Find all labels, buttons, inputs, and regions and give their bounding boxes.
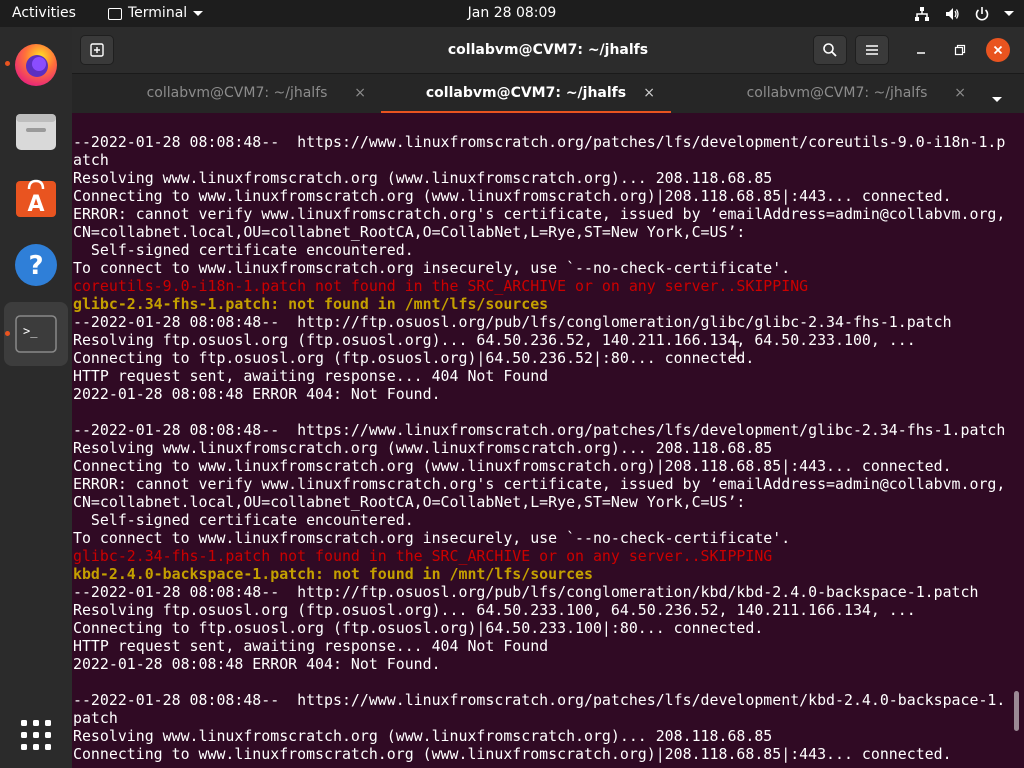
app-menu-label: Terminal <box>128 5 188 21</box>
system-tray[interactable] <box>914 0 1014 27</box>
scrollbar-thumb[interactable] <box>1014 691 1019 731</box>
terminal-line: 2022-01-28 08:08:48 ERROR 404: Not Found… <box>73 655 441 673</box>
chevron-down-icon <box>1004 11 1014 16</box>
volume-icon <box>946 7 959 20</box>
terminal-line: Self-signed certificate encountered. <box>73 241 414 259</box>
clock[interactable]: Jan 28 08:09 <box>468 5 557 21</box>
terminal-text: --2022-01-28 08:08:48-- https://www.linu… <box>73 133 1005 763</box>
header-bar[interactable]: collabvm@CVM7: ~/jhalfs <box>72 27 1024 73</box>
terminal-line: CN=collabnet.local,OU=collabnet_RootCA,O… <box>73 223 746 241</box>
firefox-icon <box>15 44 57 86</box>
network-icon <box>915 6 929 21</box>
terminal-line: Resolving ftp.osuosl.org (ftp.osuosl.org… <box>73 601 916 619</box>
dock-software[interactable]: A <box>4 166 68 230</box>
terminal-line: ERROR: cannot verify www.linuxfromscratc… <box>73 205 1006 223</box>
tab-close-icon[interactable]: × <box>643 74 655 113</box>
software-icon: A <box>16 179 56 217</box>
power-icon <box>975 6 989 21</box>
terminal-line: Resolving ftp.osuosl.org (ftp.osuosl.org… <box>73 331 916 349</box>
restore-icon <box>954 44 966 56</box>
terminal-line: Resolving www.linuxfromscratch.org (www.… <box>73 169 773 187</box>
tab-2-active[interactable]: collabvm@CVM7: ~/jhalfs × <box>381 74 671 114</box>
dock-terminal[interactable]: >_ <box>4 302 68 366</box>
close-button[interactable] <box>986 38 1010 62</box>
terminal-line: glibc-2.34-fhs-1.patch: not found in /mn… <box>73 295 549 313</box>
maximize-button[interactable] <box>943 35 977 65</box>
terminal-line: coreutils-9.0-i18n-1.patch not found in … <box>73 277 809 295</box>
terminal-line: To connect to www.linuxfromscratch.org i… <box>73 529 791 547</box>
terminal-line: --2022-01-28 08:08:48-- http://ftp.osuos… <box>73 313 952 331</box>
terminal-line: patch <box>73 709 118 727</box>
app-menu[interactable]: Terminal <box>108 0 204 27</box>
chevron-down-icon <box>193 11 204 16</box>
activities-button[interactable]: Activities <box>12 0 76 27</box>
terminal-line: Connecting to ftp.osuosl.org (ftp.osuosl… <box>73 619 764 637</box>
close-icon <box>993 45 1003 55</box>
hamburger-icon <box>866 45 878 55</box>
terminal-line: glibc-2.34-fhs-1.patch not found in the … <box>73 547 773 565</box>
terminal-line: To connect to www.linuxfromscratch.org i… <box>73 259 791 277</box>
show-apps-icon <box>21 720 51 750</box>
terminal-window: collabvm@CVM7: ~/jhalfs collabvm@CVM7: ~… <box>72 27 1024 768</box>
terminal-line: HTTP request sent, awaiting response... … <box>73 637 549 655</box>
tab-3[interactable]: collabvm@CVM7: ~/jhalfs × <box>692 74 982 113</box>
terminal-line: Connecting to www.linuxfromscratch.org (… <box>73 457 952 475</box>
terminal-line: --2022-01-28 08:08:48-- http://ftp.osuos… <box>73 583 979 601</box>
terminal-line: 2022-01-28 08:08:48 ERROR 404: Not Found… <box>73 385 441 403</box>
terminal-line: Resolving www.linuxfromscratch.org (www.… <box>73 727 773 745</box>
search-icon <box>823 43 837 57</box>
terminal-line: CN=collabnet.local,OU=collabnet_RootCA,O… <box>73 493 746 511</box>
terminal-line: --2022-01-28 08:08:48-- https://www.linu… <box>73 133 1006 151</box>
tab-1[interactable]: collabvm@CVM7: ~/jhalfs × <box>92 74 382 113</box>
minimize-icon <box>917 52 925 54</box>
tab-label: collabvm@CVM7: ~/jhalfs <box>146 85 328 101</box>
text-cursor-icon <box>731 341 739 359</box>
tab-list-button[interactable] <box>992 87 1002 106</box>
terminal-line: --2022-01-28 08:08:48-- https://www.linu… <box>73 421 1006 439</box>
running-indicator <box>5 331 10 336</box>
terminal-line: Connecting to www.linuxfromscratch.org (… <box>73 745 952 763</box>
dock-show-apps[interactable] <box>4 703 68 767</box>
tab-close-icon[interactable]: × <box>354 74 366 113</box>
files-icon <box>16 114 56 150</box>
dock-files[interactable] <box>4 99 68 163</box>
chevron-down-icon <box>992 97 1002 102</box>
dock-help[interactable]: ? <box>4 233 68 297</box>
tab-label: collabvm@CVM7: ~/jhalfs <box>425 85 627 101</box>
terminal-line: Connecting to ftp.osuosl.org (ftp.osuosl… <box>73 349 755 367</box>
help-icon: ? <box>15 244 57 286</box>
tab-close-icon[interactable]: × <box>954 74 966 113</box>
svg-text:>_: >_ <box>23 324 38 338</box>
terminal-app-icon <box>108 7 122 20</box>
svg-text:A: A <box>27 192 44 217</box>
svg-text:?: ? <box>28 251 43 281</box>
terminal-line: Resolving www.linuxfromscratch.org (www.… <box>73 439 773 457</box>
terminal-line: kbd-2.4.0-backspace-1.patch: not found i… <box>73 565 593 583</box>
tab-label: collabvm@CVM7: ~/jhalfs <box>746 85 928 101</box>
running-indicator <box>5 61 10 66</box>
terminal-line: Connecting to www.linuxfromscratch.org (… <box>73 187 952 205</box>
terminal-line: --2022-01-28 08:08:48-- https://www.linu… <box>73 691 1006 709</box>
terminal-icon: >_ <box>15 315 57 353</box>
terminal-line: Self-signed certificate encountered. <box>73 511 414 529</box>
top-bar: Activities Terminal Jan 28 08:09 <box>0 0 1024 27</box>
terminal-line: HTTP request sent, awaiting response... … <box>73 367 549 385</box>
new-tab-icon <box>90 43 104 57</box>
terminal-line: atch <box>73 151 109 169</box>
dock: A ? >_ <box>0 27 72 768</box>
menu-button[interactable] <box>855 35 889 65</box>
dock-firefox[interactable] <box>4 32 68 96</box>
new-tab-button[interactable] <box>80 35 114 65</box>
terminal-output[interactable]: --2022-01-28 08:08:48-- https://www.linu… <box>72 113 1024 768</box>
tab-bar: collabvm@CVM7: ~/jhalfs × collabvm@CVM7:… <box>72 73 1024 114</box>
minimize-button[interactable] <box>904 35 938 65</box>
search-button[interactable] <box>813 35 847 65</box>
terminal-line: ERROR: cannot verify www.linuxfromscratc… <box>73 475 1006 493</box>
